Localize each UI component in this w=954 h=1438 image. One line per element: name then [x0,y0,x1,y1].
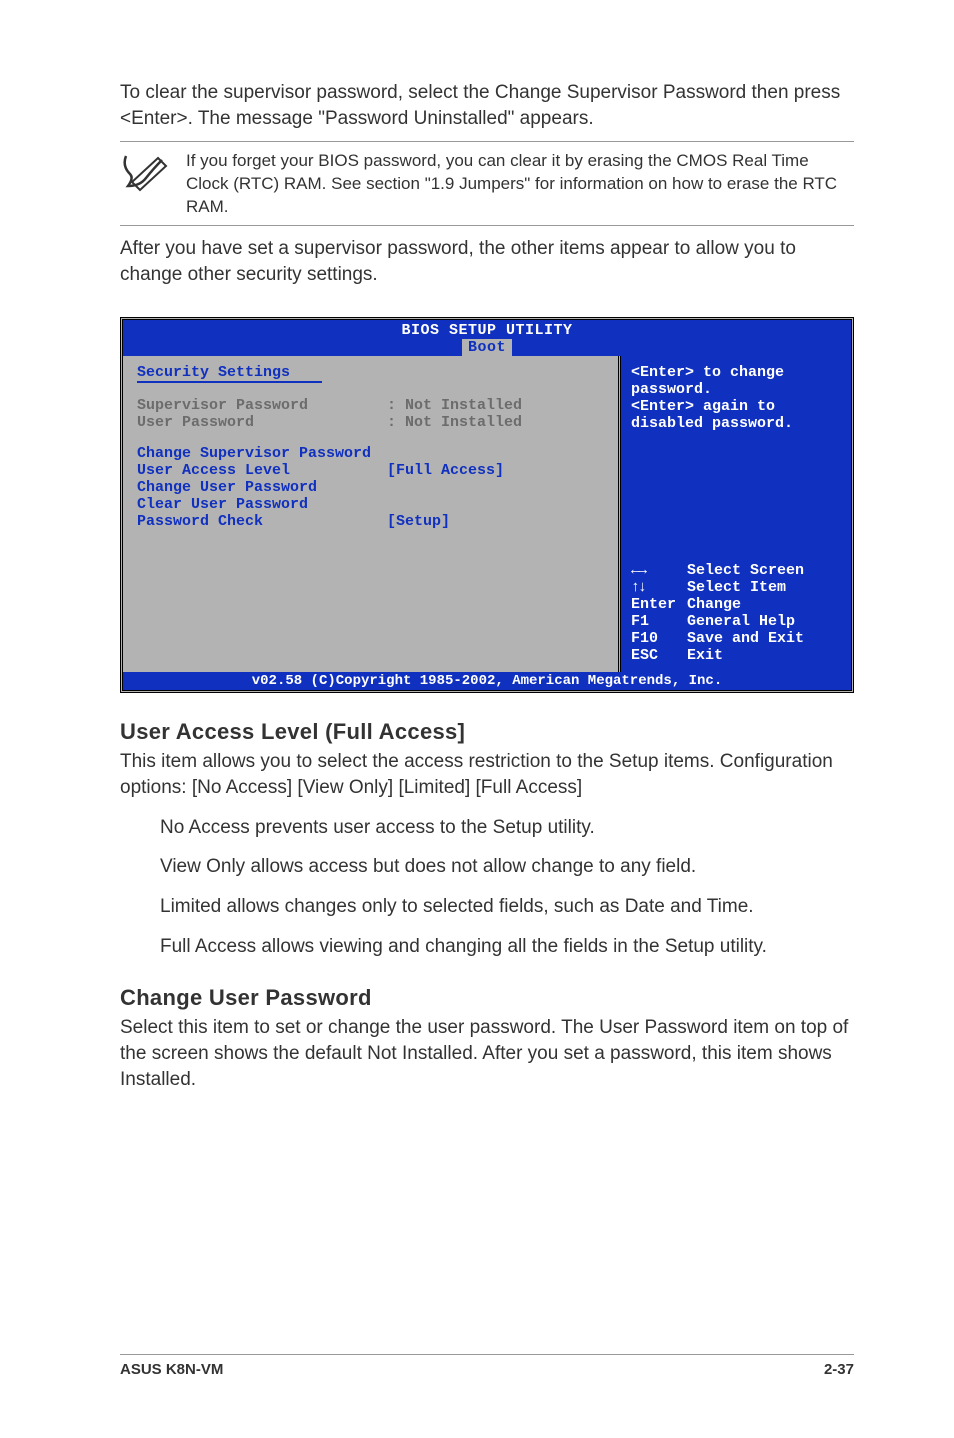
f1-key-label: F1 [631,613,687,630]
esc-key-label: ESC [631,647,687,664]
user-access-level-heading: User Access Level (Full Access] [120,719,854,745]
clear-user-password-item: Clear User Password [137,496,604,513]
supervisor-password-label: Supervisor Password [137,397,387,414]
enter-key-label: Enter [631,596,687,613]
arrow-ud-icon: ↑↓ [631,579,687,596]
nav-select-screen: Select Screen [687,562,804,579]
nav-general-help: General Help [687,613,795,630]
user-password-value: : Not Installed [387,414,522,431]
footer-product-name: ASUS K8N-VM [120,1361,223,1378]
user-password-row: User Password : Not Installed [137,414,604,431]
change-user-password-item: Change User Password [137,479,604,496]
nav-save-exit: Save and Exit [687,630,804,647]
help-line-1: <Enter> to change password. [631,364,841,398]
arrow-lr-icon: ←→ [631,562,687,579]
security-settings-heading: Security Settings [137,364,604,381]
divider [120,225,854,226]
after-paragraph: After you have set a supervisor password… [120,236,854,287]
supervisor-password-value: : Not Installed [387,397,522,414]
change-supervisor-password-item: Change Supervisor Password [137,445,604,462]
pencil-icon [120,152,168,192]
bios-screenshot: BIOS SETUP UTILITY Boot Security Setting… [120,317,854,693]
nav-help: ←→Select Screen ↑↓Select Item EnterChang… [631,562,841,664]
option-limited: Limited allows changes only to selected … [160,894,844,920]
bios-title-text: BIOS SETUP UTILITY [401,322,572,339]
bios-left-pane: Security Settings Supervisor Password : … [123,356,621,672]
note-text: If you forget your BIOS password, you ca… [186,150,854,219]
change-user-password-heading: Change User Password [120,985,854,1011]
divider [120,141,854,142]
nav-select-item: Select Item [687,579,786,596]
cup-body: Select this item to set or change the us… [120,1015,854,1092]
bios-help-pane: <Enter> to change password. <Enter> agai… [621,356,851,672]
option-no-access: No Access prevents user access to the Se… [160,815,844,841]
password-check-value: [Setup] [387,513,450,530]
user-access-level-row: User Access Level [Full Access] [137,462,604,479]
bios-body: Security Settings Supervisor Password : … [123,356,851,672]
password-check-row: Password Check [Setup] [137,513,604,530]
bios-footer: v02.58 (C)Copyright 1985-2002, American … [123,672,851,690]
supervisor-password-row: Supervisor Password : Not Installed [137,397,604,414]
intro-paragraph: To clear the supervisor password, select… [120,80,854,131]
user-password-label: User Password [137,414,387,431]
user-access-level-label: User Access Level [137,462,387,479]
nav-exit: Exit [687,647,723,664]
option-view-only: View Only allows access but does not all… [160,854,844,880]
user-access-level-value: [Full Access] [387,462,504,479]
option-full-access: Full Access allows viewing and changing … [160,934,844,960]
footer-page-number: 2-37 [824,1361,854,1378]
nav-change: Change [687,596,741,613]
page-footer: ASUS K8N-VM 2-37 [120,1354,854,1378]
bios-title-bar: BIOS SETUP UTILITY Boot [123,320,851,356]
bios-tab-boot: Boot [462,339,512,356]
password-check-label: Password Check [137,513,387,530]
note-block: If you forget your BIOS password, you ca… [120,150,854,219]
help-line-2: <Enter> again to disabled password. [631,398,841,432]
underline [137,381,322,383]
f10-key-label: F10 [631,630,687,647]
ual-body: This item allows you to select the acces… [120,749,854,800]
